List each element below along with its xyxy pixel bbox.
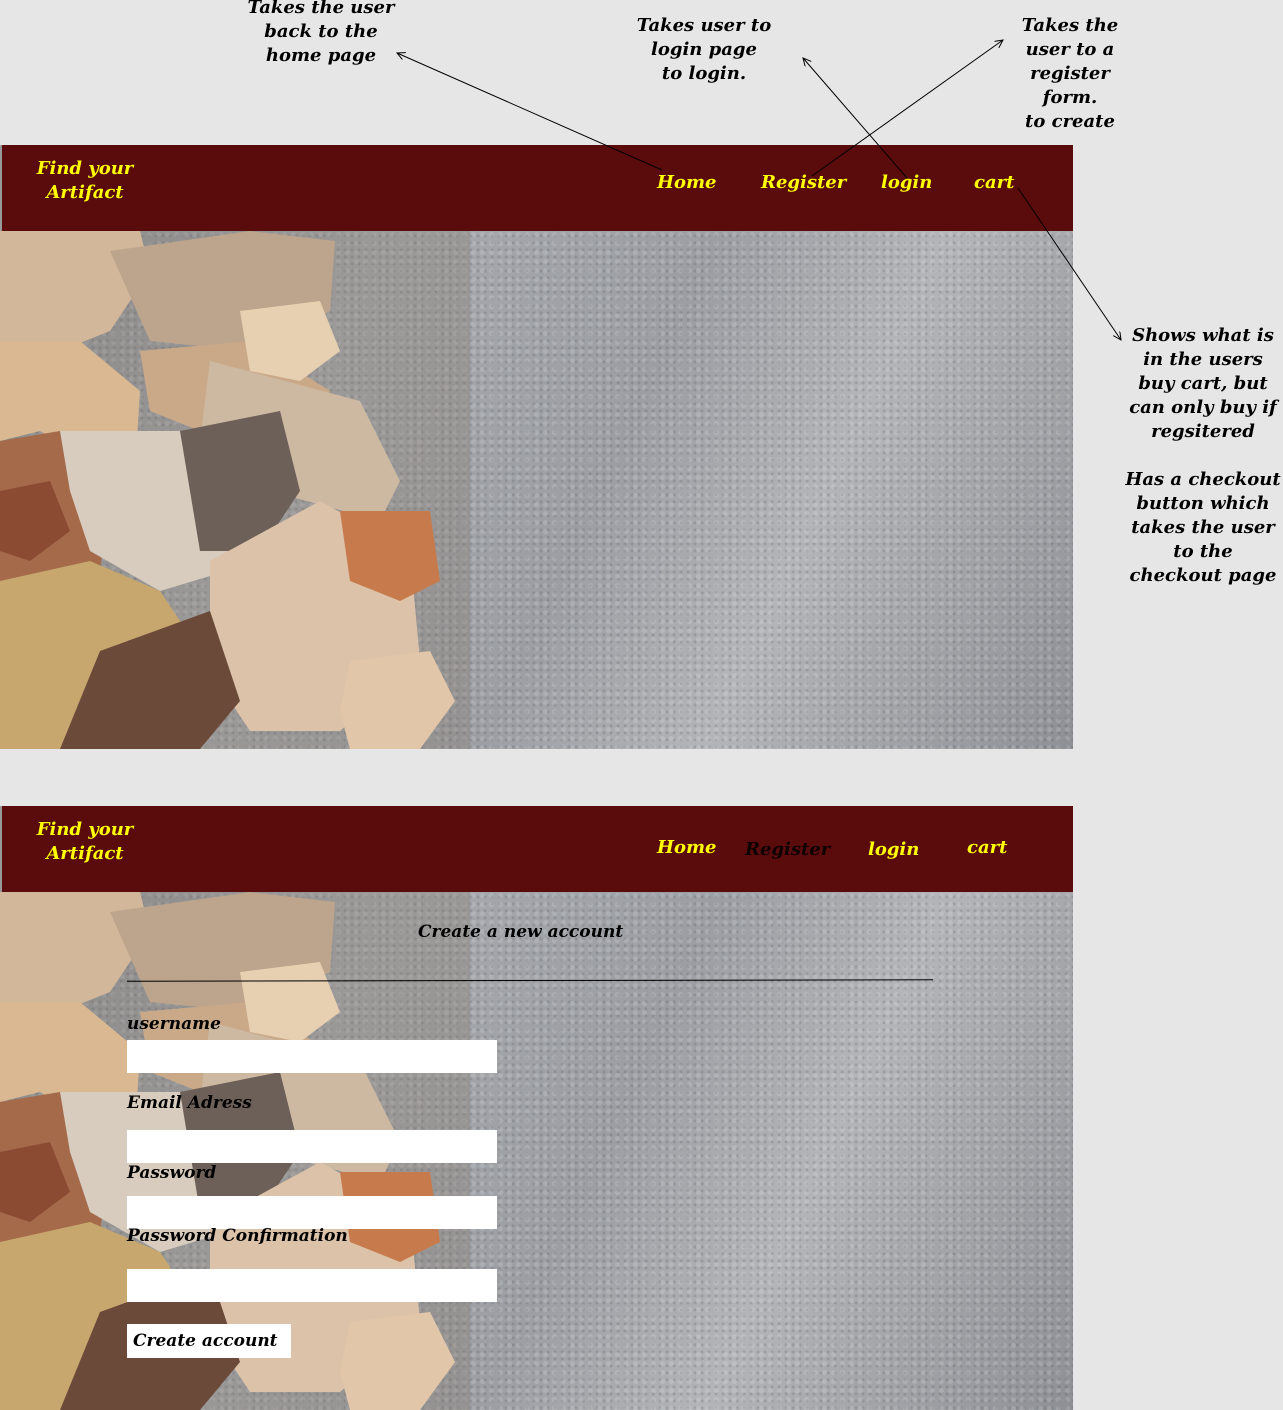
hero-background-image: Create a new account username Email Adre…: [0, 892, 1073, 1410]
nav-cart-link[interactable]: cart: [974, 171, 1014, 195]
annotation-home: Takes the user back to the home page: [247, 0, 395, 66]
nav-cart-link[interactable]: cart: [967, 836, 1007, 860]
create-account-button[interactable]: Create account: [127, 1324, 291, 1358]
nav-home-link[interactable]: Home: [657, 836, 717, 860]
password-label: Password: [127, 1163, 217, 1183]
nav-login-link[interactable]: login: [868, 838, 919, 862]
password-confirm-label: Password Confirmation: [127, 1226, 348, 1246]
nav-home-link[interactable]: Home: [657, 171, 717, 195]
site-logo[interactable]: Find your Artifact: [30, 818, 140, 866]
username-label: username: [127, 1014, 221, 1034]
form-divider: [126, 979, 934, 982]
site-logo[interactable]: Find your Artifact: [30, 157, 140, 205]
navbar: Find your Artifact Home Register login c…: [0, 145, 1073, 231]
home-page-mockup: Find your Artifact Home Register login c…: [0, 145, 1073, 749]
annotation-login: Takes user to login page to login.: [636, 15, 772, 84]
email-field[interactable]: [127, 1130, 497, 1163]
form-title: Create a new account: [418, 922, 624, 942]
nav-register-link[interactable]: Register: [761, 171, 846, 195]
password-field[interactable]: [127, 1196, 497, 1229]
password-confirm-field[interactable]: [127, 1269, 497, 1302]
nav-register-link[interactable]: Register: [745, 838, 830, 862]
pottery-shards-image: [0, 231, 470, 749]
email-label: Email Adress: [127, 1093, 252, 1113]
nav-login-link[interactable]: login: [881, 171, 932, 195]
hero-background-image: [0, 231, 1073, 749]
navbar: Find your Artifact Home Register login c…: [0, 806, 1073, 892]
annotation-cart: Shows what is in the users buy cart, but…: [1125, 325, 1281, 586]
annotation-register: Takes the user to a register form. to cr…: [1021, 15, 1119, 132]
register-page-mockup: Find your Artifact Home Register login c…: [0, 806, 1073, 1410]
username-field[interactable]: [127, 1040, 497, 1073]
